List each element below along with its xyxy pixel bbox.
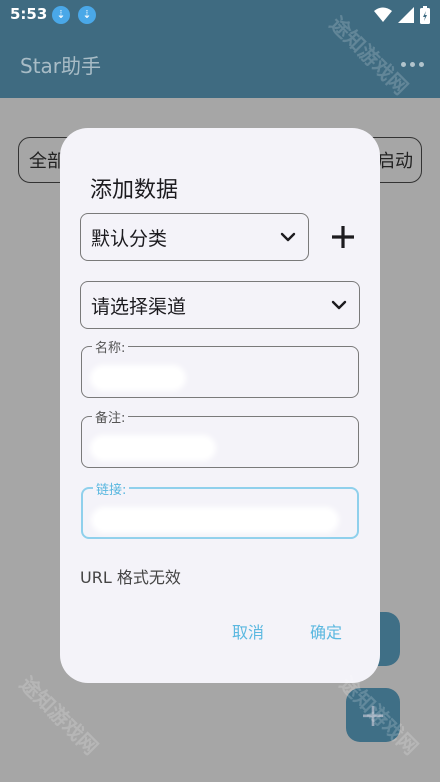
channel-value: 请选择渠道 [91,295,187,318]
chevron-down-icon [331,300,347,310]
confirm-button[interactable]: 确定 [310,619,342,643]
add-data-dialog: 添加数据 默认分类 请选择渠道 名称: 备注: 链接: URL 格式无效 取消 … [60,128,380,683]
redacted-text [95,511,335,529]
add-category-icon[interactable] [330,224,356,250]
link-field-label: 链接: [93,479,130,498]
battery-icon [420,6,430,24]
more-options-icon[interactable] [401,62,424,67]
name-field[interactable]: 名称: [81,337,359,398]
download-icon: ⇣ [52,6,70,24]
redacted-text [94,369,182,387]
dialog-title: 添加数据 [90,178,179,203]
cancel-button[interactable]: 取消 [232,619,264,643]
status-time: 5:53 [10,5,48,23]
note-field[interactable]: 备注: [81,407,359,468]
link-field[interactable]: 链接: [81,479,359,539]
channel-select[interactable]: 请选择渠道 [80,281,360,329]
signal-icon [398,7,414,23]
note-field-label: 备注: [92,407,129,426]
name-field-label: 名称: [92,337,129,356]
wifi-icon [374,7,392,22]
app-title: Star助手 [20,54,102,78]
redacted-text [94,439,212,457]
category-value: 默认分类 [91,227,168,250]
chevron-down-icon [280,232,296,242]
category-select[interactable]: 默认分类 [80,213,309,261]
download-icon: ⇣ [78,6,96,24]
filter-chip-label: 启动 [377,151,413,172]
url-error-text: URL 格式无效 [80,568,181,587]
status-bar: 5:53 ⇣ ⇣ [0,0,440,30]
